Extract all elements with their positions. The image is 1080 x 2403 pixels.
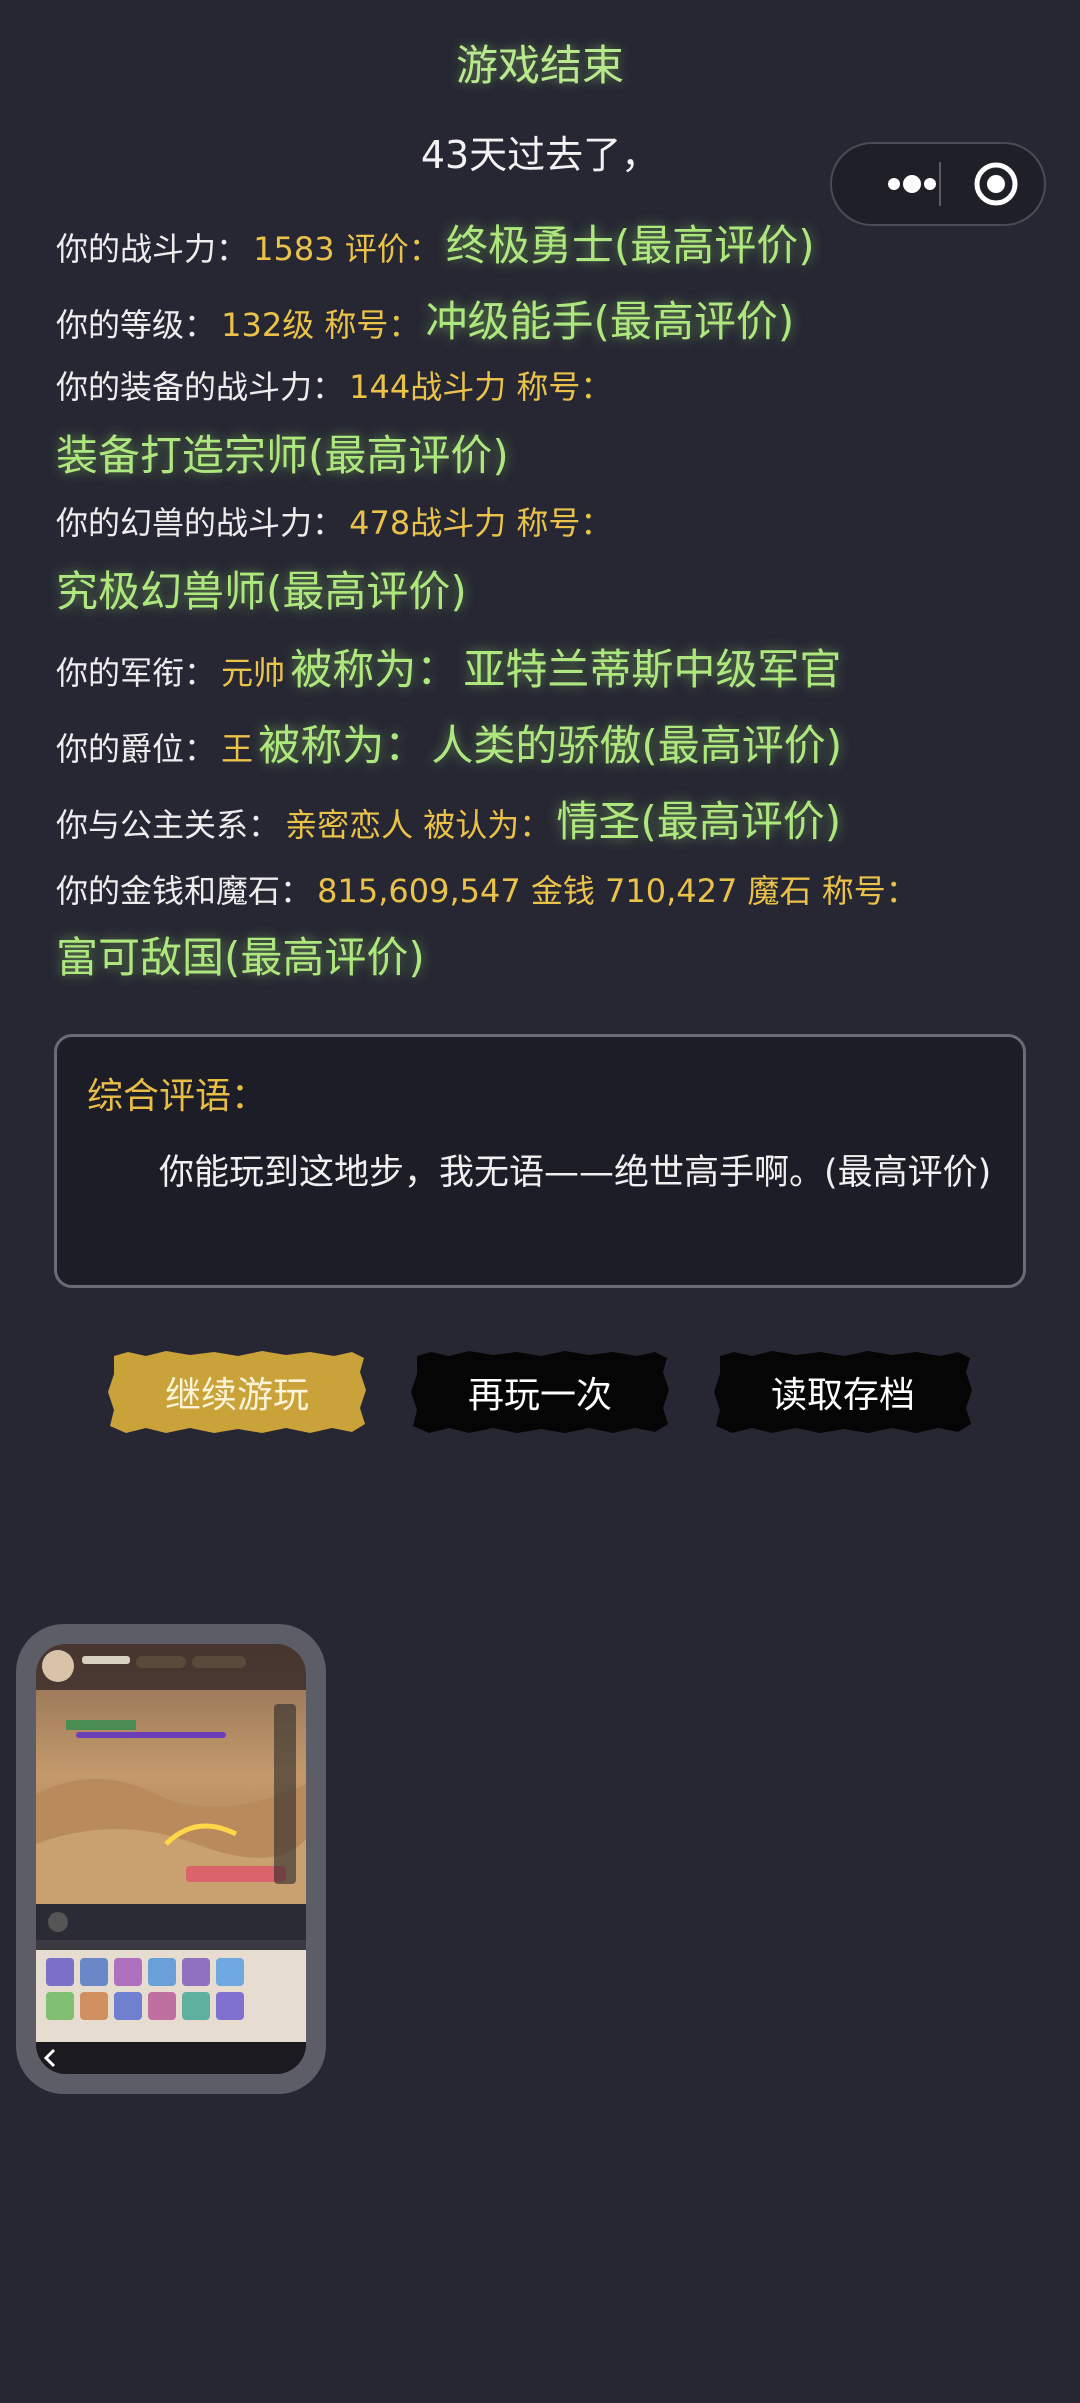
- rank-label: 你的军衔：: [56, 654, 217, 692]
- equipment-rating-row: 装备打造宗师(最高评价): [56, 422, 509, 483]
- wealth-label: 你的金钱和魔石：: [56, 872, 313, 910]
- wealth-rating-row: 富可敌国(最高评价): [56, 924, 425, 985]
- rank-value: 元帅: [221, 654, 286, 692]
- summary-text: 你能玩到这地步，我无语——绝世高手啊。(最高评价): [159, 1153, 992, 1193]
- nobility-rating: 人类的骄傲(最高评价): [431, 721, 843, 770]
- beast-label: 你的幻兽的战斗力：: [56, 504, 345, 542]
- game-over-page: 游戏结束 43天过去了， 你的战斗力： 1583 评价： 终极勇士(最高评价) …: [0, 0, 1080, 2403]
- game-preview-thumbnail: [36, 1644, 306, 2074]
- page-title: 游戏结束: [455, 41, 624, 90]
- rank-row: 你的军衔： 元帅 被称为： 亚特兰蒂斯中级军官: [56, 636, 841, 697]
- replay-button[interactable]: 再玩一次: [409, 1350, 671, 1434]
- replay-button-label: 再玩一次: [467, 1375, 612, 1416]
- summary-box: 综合评语： 你能玩到这地步，我无语——绝世高手啊。(最高评价): [54, 1034, 1026, 1288]
- continue-button[interactable]: 继续游玩: [106, 1350, 368, 1434]
- power-label: 你的战斗力：: [56, 230, 249, 268]
- equipment-label: 你的装备的战斗力：: [56, 368, 345, 406]
- mini-program-close-icon[interactable]: [958, 144, 1044, 224]
- mini-program-capsule: [830, 142, 1046, 226]
- summary-title: 综合评语：: [87, 1076, 268, 1117]
- load-save-button-label: 读取存档: [770, 1375, 915, 1416]
- power-value: 1583 评价：: [253, 230, 441, 268]
- more-dots-icon[interactable]: [860, 144, 964, 224]
- beast-rating: 究极幻兽师(最高评价): [56, 567, 467, 616]
- beast-row: 你的幻兽的战斗力： 478战斗力 称号：: [56, 498, 612, 544]
- beast-value: 478战斗力 称号：: [349, 504, 613, 542]
- equipment-value: 144战斗力 称号：: [349, 368, 613, 406]
- nobility-label: 你的爵位：: [56, 730, 217, 768]
- level-value: 132级 称号：: [221, 306, 421, 344]
- beast-rating-row: 究极幻兽师(最高评价): [56, 558, 467, 619]
- rank-rating: 亚特兰蒂斯中级军官: [463, 645, 842, 694]
- princess-row: 你与公主关系： 亲密恋人 被认为： 情圣(最高评价): [56, 788, 841, 849]
- princess-value: 亲密恋人 被认为：: [285, 806, 552, 844]
- equipment-row: 你的装备的战斗力： 144战斗力 称号：: [56, 362, 612, 408]
- power-row: 你的战斗力： 1583 评价： 终极勇士(最高评价): [56, 212, 815, 273]
- level-row: 你的等级： 132级 称号： 冲级能手(最高评价): [56, 288, 794, 349]
- nobility-called: 被称为：: [258, 721, 427, 770]
- level-rating: 冲级能手(最高评价): [425, 297, 795, 346]
- capsule-divider: [939, 162, 941, 206]
- wealth-row: 你的金钱和魔石： 815,609,547 金钱 710,427 魔石 称号：: [56, 866, 918, 912]
- equipment-rating: 装备打造宗师(最高评价): [56, 431, 509, 480]
- level-label: 你的等级：: [56, 306, 217, 344]
- princess-rating: 情圣(最高评价): [556, 797, 842, 846]
- continue-button-label: 继续游玩: [164, 1375, 309, 1416]
- princess-label: 你与公主关系：: [56, 806, 281, 844]
- wealth-value: 815,609,547 金钱 710,427 魔石 称号：: [317, 872, 918, 910]
- nobility-value: 王: [221, 730, 254, 768]
- load-save-button[interactable]: 读取存档: [712, 1350, 974, 1434]
- rank-called: 被称为：: [290, 645, 459, 694]
- power-rating: 终极勇士(最高评价): [445, 221, 815, 270]
- wealth-rating: 富可敌国(最高评价): [56, 933, 425, 982]
- nobility-row: 你的爵位： 王 被称为： 人类的骄傲(最高评价): [56, 712, 842, 773]
- floating-game-window[interactable]: [16, 1624, 326, 2094]
